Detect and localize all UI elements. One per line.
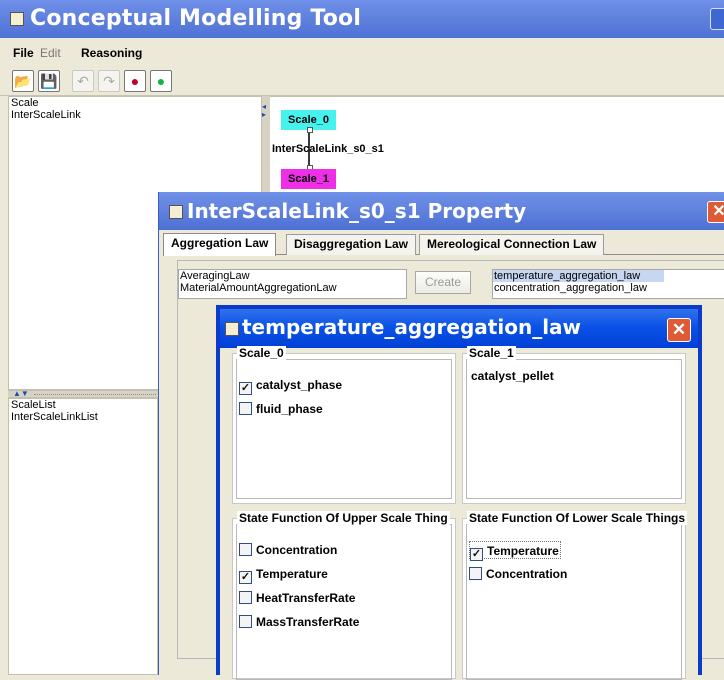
checkbox-row[interactable]: Concentration [239, 541, 337, 559]
checkbox-label: MassTransferRate [256, 615, 360, 629]
checked-checkbox-icon[interactable]: ✓ [239, 382, 252, 395]
open-button[interactable]: 📂 [12, 70, 34, 92]
app-title: Conceptual Modelling Tool [30, 6, 362, 31]
group-title: State Function Of Upper Scale Thing [237, 511, 450, 525]
scale-node[interactable]: Scale_1 [281, 169, 336, 189]
checkbox-label: HeatTransferRate [256, 591, 356, 605]
split-divider[interactable]: ▲▼ [8, 389, 158, 398]
app-icon [225, 322, 239, 336]
tab-mereological-connection-law[interactable]: Mereological Connection Law [419, 234, 605, 255]
menu-file[interactable]: File [13, 46, 34, 60]
close-button[interactable]: ✕ [707, 201, 724, 223]
green-dot-icon: ● [156, 73, 166, 89]
law-options-list[interactable]: AveragingLaw MaterialAmountAggregationLa… [178, 269, 407, 299]
checkbox-label: Concentration [256, 543, 338, 557]
checkbox-row[interactable]: ✓ catalyst_phase [239, 376, 343, 395]
close-button[interactable]: ✕ [667, 318, 691, 342]
checkbox-row[interactable]: MassTransferRate [239, 613, 359, 631]
law-dialog-title-bar: temperature_aggregation_law ✕ [220, 309, 698, 348]
list-item[interactable]: InterScaleLinkList [9, 411, 157, 423]
group-title: Scale_1 [467, 346, 516, 360]
close-icon: ✕ [671, 320, 687, 339]
undo-icon: ↶ [77, 73, 89, 89]
model-canvas[interactable]: Scale_0 InterScaleLink_s0_s1 Scale_1 [270, 96, 724, 194]
checkbox-icon[interactable] [239, 591, 252, 604]
list-item[interactable]: Scale [9, 97, 261, 109]
save-icon: 💾 [40, 73, 58, 89]
checkbox-icon[interactable] [469, 567, 482, 580]
save-button[interactable]: 💾 [38, 70, 60, 92]
lower-state-functions-group: State Function Of Lower Scale Things ✓ Te… [462, 511, 688, 680]
checkbox-row[interactable]: HeatTransferRate [239, 589, 355, 607]
upper-state-functions-group: State Function Of Upper Scale Thing Conc… [232, 511, 456, 680]
property-dialog-title-bar: InterScaleLink_s0_s1 Property ✕ [159, 192, 724, 230]
scale-1-group: Scale_1 catalyst_pellet [462, 346, 686, 504]
instance-list-panel: ScaleList InterScaleLinkList [8, 398, 158, 675]
checkbox-icon[interactable] [239, 615, 252, 628]
checkbox-label: Concentration [486, 567, 568, 581]
checkbox-row[interactable]: ✓ Temperature [469, 541, 561, 561]
green-dot-button[interactable]: ● [150, 70, 172, 92]
list-item[interactable]: concentration_aggregation_law [493, 282, 724, 294]
app-icon [169, 205, 183, 219]
scale-1-value: catalyst_pellet [471, 369, 554, 383]
link-label[interactable]: InterScaleLink_s0_s1 [272, 143, 384, 155]
main-title-bar: Conceptual Modelling Tool [0, 0, 724, 38]
checkbox-label: Temperature [256, 567, 328, 581]
checkbox-label: catalyst_phase [256, 378, 343, 392]
redo-icon: ↷ [103, 73, 115, 89]
scale-0-group: Scale_0 ✓ catalyst_phase fluid_phase [232, 346, 456, 504]
selected-list-item[interactable]: temperature_aggregation_law [493, 270, 664, 282]
created-laws-list[interactable]: temperature_aggregation_law concentratio… [492, 269, 724, 299]
group-title: Scale_0 [237, 346, 286, 360]
menu-bar: File Edit Reasoning [0, 38, 724, 66]
menu-edit[interactable]: Edit [40, 46, 61, 60]
red-dot-icon: ● [130, 73, 140, 89]
app-icon [10, 12, 24, 26]
vertical-splitter[interactable] [262, 96, 270, 192]
red-dot-button[interactable]: ● [124, 70, 146, 92]
list-item[interactable]: ScaleList [9, 399, 157, 411]
checkbox-icon[interactable] [239, 543, 252, 556]
redo-button[interactable]: ↷ [98, 70, 120, 92]
checked-checkbox-icon[interactable]: ✓ [470, 548, 483, 561]
collapse-arrows-icon[interactable]: ▲▼ [13, 389, 29, 398]
checkbox-row[interactable]: ✓ Temperature [239, 565, 328, 584]
checkbox-row[interactable]: fluid_phase [239, 400, 323, 418]
open-folder-icon: 📂 [14, 73, 32, 89]
create-button[interactable]: Create [415, 271, 471, 294]
property-tabs: Aggregation Law Disaggregation Law Mereo… [163, 233, 724, 256]
checked-checkbox-icon[interactable]: ✓ [239, 571, 252, 584]
list-item[interactable]: InterScaleLink [9, 109, 261, 121]
checkbox-icon[interactable] [239, 402, 252, 415]
law-dialog: temperature_aggregation_law ✕ Scale_0 ✓ c… [216, 305, 702, 680]
law-dialog-title: temperature_aggregation_law [242, 315, 582, 339]
menu-reasoning[interactable]: Reasoning [81, 46, 142, 60]
close-icon: ✕ [712, 203, 724, 220]
window-control-button[interactable] [710, 8, 724, 30]
group-title: State Function Of Lower Scale Things [467, 511, 688, 525]
checkbox-label: Temperature [487, 544, 559, 558]
checkbox-row[interactable]: Concentration [469, 565, 567, 583]
tab-aggregation-law[interactable]: Aggregation Law [163, 233, 277, 256]
list-item[interactable]: MaterialAmountAggregationLaw [179, 282, 406, 294]
checkbox-label: fluid_phase [256, 402, 323, 416]
toolbar: 📂 💾 ↶ ↷ ● ● [0, 66, 724, 96]
undo-button[interactable]: ↶ [72, 70, 94, 92]
property-dialog-title: InterScaleLink_s0_s1 Property [187, 199, 527, 223]
tab-disaggregation-law[interactable]: Disaggregation Law [286, 234, 417, 255]
list-item[interactable]: AveragingLaw [179, 270, 406, 282]
